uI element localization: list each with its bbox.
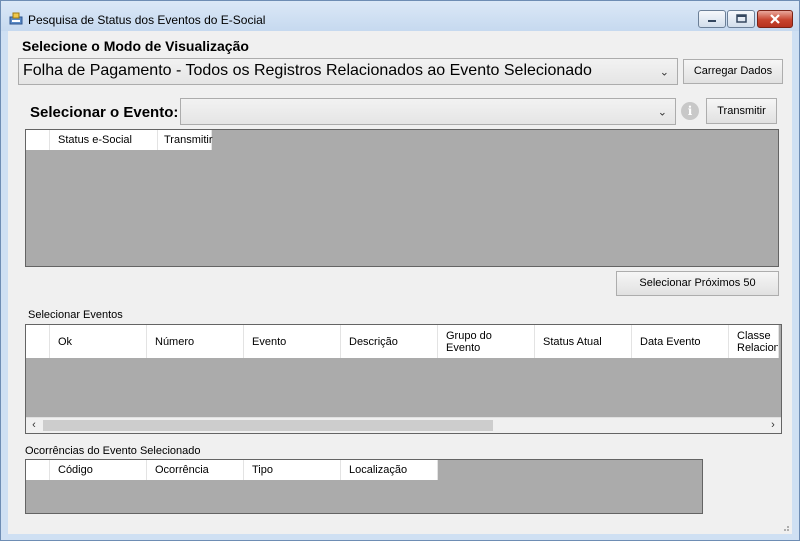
occurrences-grid-header: Código Ocorrência Tipo Localização — [26, 460, 438, 480]
maximize-icon — [736, 14, 747, 23]
mode-select-value: Folha de Pagamento - Todos os Registros … — [23, 62, 592, 79]
main-window: Pesquisa de Status dos Eventos do E-Soci… — [0, 0, 800, 541]
chevron-left-icon[interactable]: ‹ — [26, 418, 42, 433]
mode-select[interactable]: Folha de Pagamento - Todos os Registros … — [18, 58, 678, 85]
mode-label: Selecione o Modo de Visualização — [22, 38, 249, 54]
events-grid-label: Selecionar Eventos — [28, 309, 123, 321]
chevron-right-icon[interactable]: › — [765, 418, 781, 433]
row-header-cell — [26, 325, 50, 358]
scrollbar-thumb[interactable] — [43, 420, 493, 431]
column-header[interactable]: Tipo — [244, 460, 341, 480]
column-header[interactable]: Número — [147, 325, 244, 358]
events-grid-header: Ok Número Evento Descrição Grupo do Even… — [26, 325, 779, 358]
column-header[interactable]: Classe Relacionada — [729, 325, 779, 358]
column-header[interactable]: Transmitir — [158, 130, 212, 150]
app-icon — [9, 12, 23, 25]
event-label: Selecionar o Evento: — [30, 104, 179, 121]
column-header[interactable]: Evento — [244, 325, 341, 358]
close-icon — [770, 14, 780, 24]
form-client-area: Selecione o Modo de Visualização Folha d… — [8, 31, 792, 534]
status-grid-header: Status e-Social Transmitir — [26, 130, 212, 150]
column-header[interactable]: Ok — [50, 325, 147, 358]
select-next-50-button[interactable]: Selecionar Próximos 50 — [616, 271, 779, 296]
window-title: Pesquisa de Status dos Eventos do E-Soci… — [28, 13, 266, 27]
occurrences-grid[interactable]: Código Ocorrência Tipo Localização — [25, 459, 703, 514]
row-header-cell — [26, 130, 50, 150]
status-grid[interactable]: Status e-Social Transmitir — [25, 129, 779, 267]
horizontal-scrollbar[interactable]: ‹ › — [26, 417, 781, 433]
chevron-down-icon: ⌄ — [657, 106, 667, 118]
events-grid[interactable]: Ok Número Evento Descrição Grupo do Even… — [25, 324, 782, 434]
column-header[interactable]: Data Evento — [632, 325, 729, 358]
close-button[interactable] — [757, 10, 793, 28]
column-header[interactable]: Código — [50, 460, 147, 480]
row-header-cell — [26, 460, 50, 480]
occurrences-grid-label: Ocorrências do Evento Selecionado — [25, 445, 201, 457]
column-header[interactable]: Descrição — [341, 325, 438, 358]
minimize-button[interactable] — [698, 10, 726, 28]
column-header[interactable]: Ocorrência — [147, 460, 244, 480]
column-header[interactable]: Localização — [341, 460, 438, 480]
resize-grip-icon[interactable] — [780, 522, 790, 532]
column-header[interactable]: Status e-Social — [50, 130, 158, 150]
load-data-button[interactable]: Carregar Dados — [683, 59, 783, 84]
event-select[interactable]: ⌄ — [180, 98, 676, 125]
minimize-icon — [708, 20, 716, 22]
column-header[interactable]: Grupo do Evento — [438, 325, 535, 358]
maximize-button[interactable] — [727, 10, 755, 28]
column-header[interactable]: Status Atual — [535, 325, 632, 358]
transmit-button[interactable]: Transmitir — [706, 98, 777, 124]
chevron-down-icon: ⌄ — [659, 66, 669, 78]
info-icon[interactable]: i — [681, 102, 699, 120]
title-bar[interactable]: Pesquisa de Status dos Eventos do E-Soci… — [1, 1, 799, 31]
